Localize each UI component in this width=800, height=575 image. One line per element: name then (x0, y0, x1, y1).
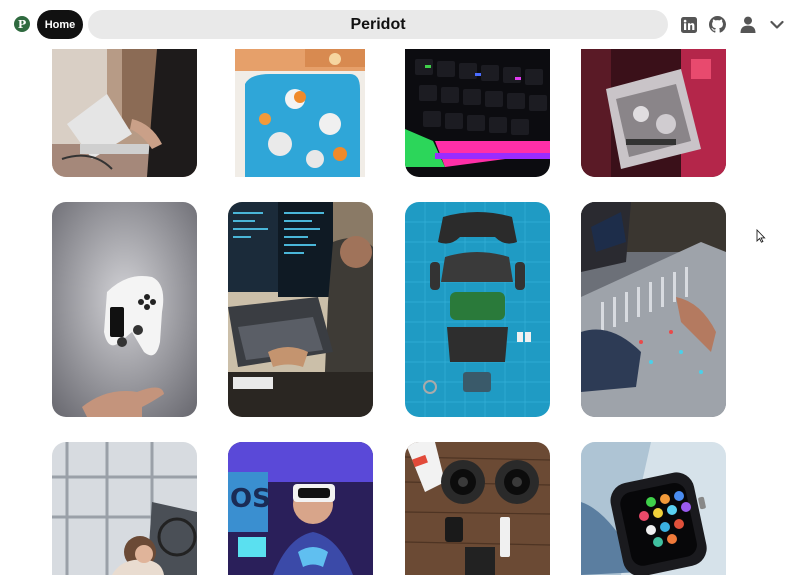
pin-card[interactable] (405, 49, 550, 177)
pin-card[interactable] (581, 49, 726, 177)
github-icon[interactable] (709, 16, 726, 33)
pin-image-smartwatch (581, 442, 726, 575)
search-bar[interactable]: Peridot (88, 10, 668, 39)
pin-card[interactable] (581, 202, 726, 417)
chevron-down-icon[interactable] (768, 16, 785, 33)
search-query: Peridot (350, 15, 406, 33)
pin-card[interactable] (581, 442, 726, 575)
pin-card[interactable] (52, 49, 197, 177)
pin-card[interactable] (235, 49, 365, 177)
pin-image-flower-bath (235, 49, 365, 177)
pin-image-rgb-keyboard (405, 49, 550, 177)
pin-card[interactable] (52, 442, 197, 575)
home-button[interactable]: Home (37, 10, 83, 39)
pin-image-programmer-monitors (228, 202, 373, 417)
mouse-cursor-icon (756, 229, 766, 243)
pin-card[interactable] (228, 202, 373, 417)
pin-image-camera-lenses (405, 442, 550, 575)
pin-card[interactable] (52, 202, 197, 417)
pin-image-gpu-red (581, 49, 726, 177)
pin-image-laptop-typing (52, 49, 197, 177)
pin-card[interactable]: OS (228, 442, 373, 575)
pin-card[interactable] (405, 442, 550, 575)
pin-image-vr-headset: OS (228, 442, 373, 575)
pinterest-logo-icon[interactable]: P (14, 16, 30, 32)
pin-image-robotics-lab (52, 442, 197, 575)
svg-text:OS: OS (230, 484, 271, 514)
pin-image-white-gamepad (52, 202, 197, 417)
linkedin-icon[interactable] (680, 16, 697, 33)
user-icon[interactable] (739, 16, 756, 33)
pin-image-controller-parts (405, 202, 550, 417)
logo-letter: P (17, 18, 27, 31)
pin-image-mixing-console (581, 202, 726, 417)
pin-card[interactable] (405, 202, 550, 417)
top-nav-bar: P Home Peridot (0, 0, 800, 49)
